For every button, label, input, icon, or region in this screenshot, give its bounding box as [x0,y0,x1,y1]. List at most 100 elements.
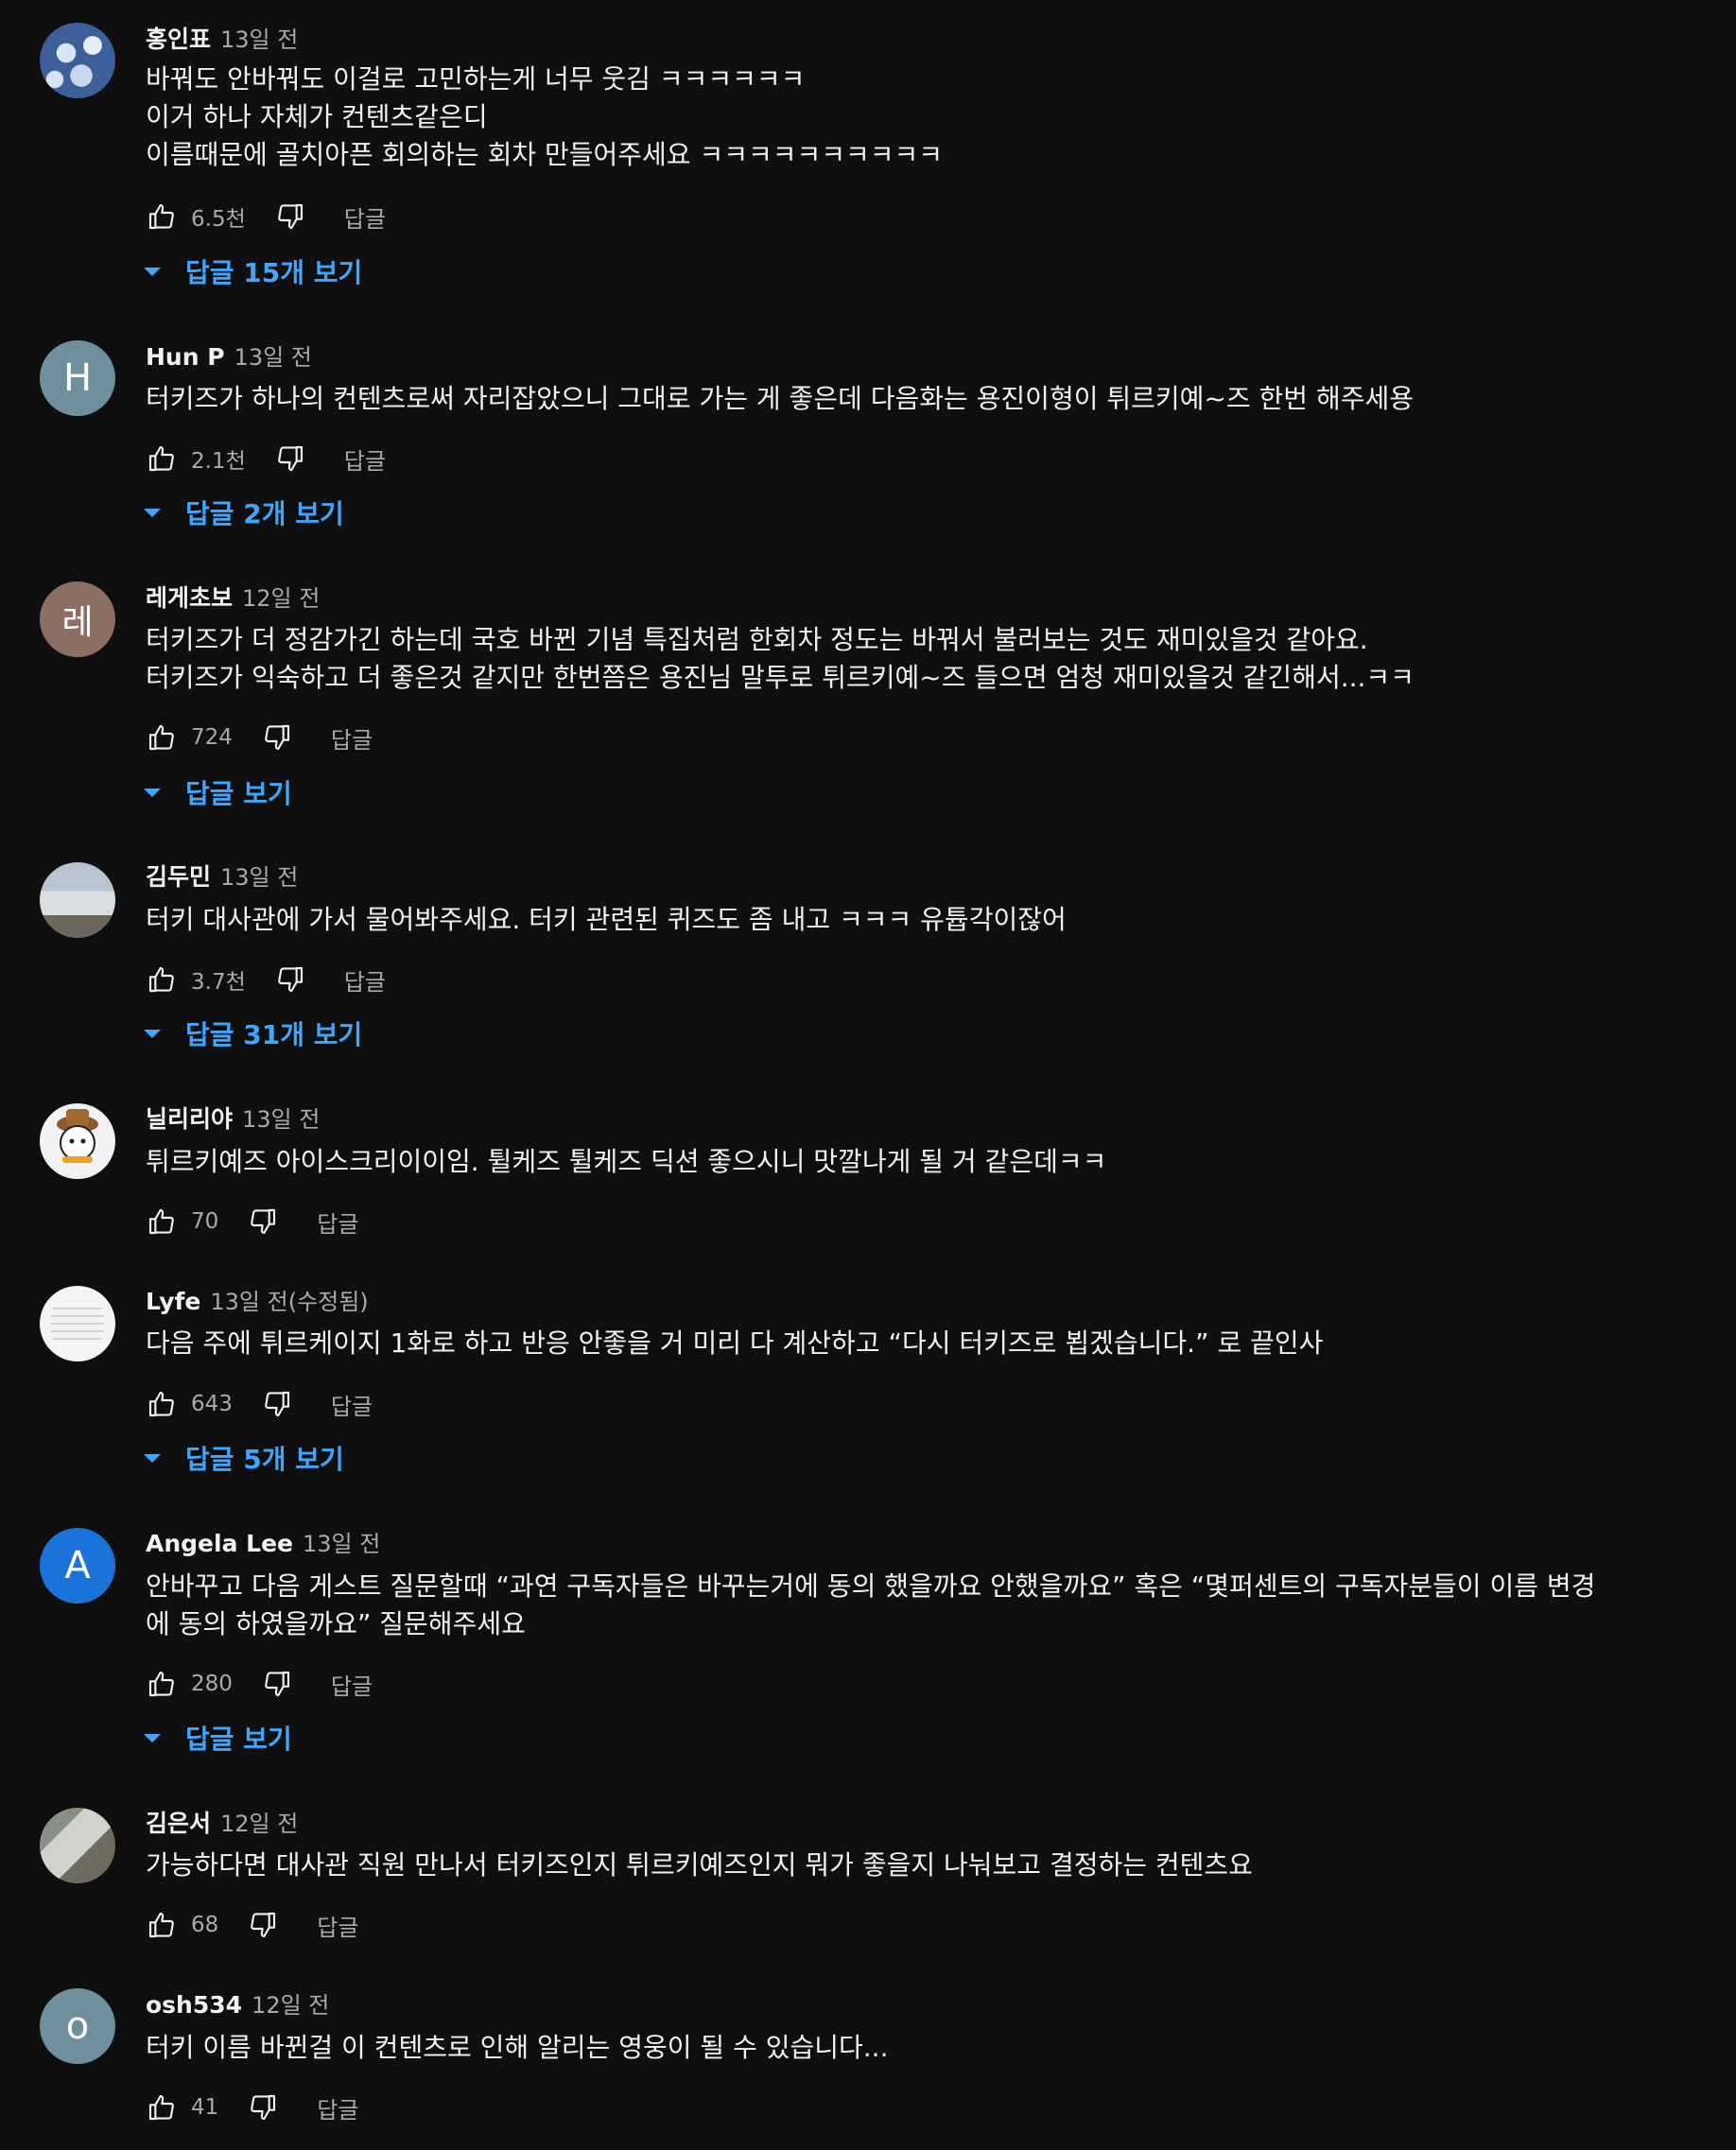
reply-button[interactable]: 답글 [331,721,373,754]
comment-line: 터키 이름 바뀐걸 이 컨텐츠로 인해 알리는 영웅이 될 수 있습니다... [146,2032,889,2063]
view-replies-button[interactable]: 답글 31개 보기 [142,1014,362,1052]
comment-actions: 3.7천 답글 [146,961,386,998]
timestamp[interactable]: 12일 전 [242,580,320,613]
avatar-letter: o [65,2004,90,2048]
timestamp[interactable]: 13일 전 [220,21,298,54]
timestamp[interactable]: 13일 전 [303,1525,380,1558]
caret-down-icon [144,509,161,517]
timestamp[interactable]: 12일 전 [252,1986,329,2020]
comment-line: 가능하다면 대사관 직원 만나서 터키즈인지 튀르키예즈인지 뭐가 좋을지 나눠… [146,1849,1253,1881]
like-icon[interactable] [146,1388,178,1420]
avatar[interactable] [40,23,115,98]
like-count: 6.5천 [191,207,246,232]
avatar[interactable] [40,1286,115,1361]
avatar-letter: A [64,1544,91,1587]
dislike-icon[interactable] [247,2091,279,2124]
dislike-icon[interactable] [247,1909,279,1941]
comment-line: 터키 대사관에 가서 물어봐주세요. 터키 관련된 퀴즈도 좀 내고 ㅋㅋㅋ 유… [146,904,1067,935]
comment-header: osh534 12일 전 [146,1986,329,2024]
avatar[interactable]: A [40,1528,115,1604]
view-replies-button[interactable]: 답글 15개 보기 [142,252,362,290]
view-replies-button[interactable]: 답글 보기 [142,1719,292,1757]
avatar-letter: 레 [61,603,94,642]
author-name[interactable]: 김두민 [146,858,211,893]
reply-button[interactable]: 답글 [331,1388,373,1421]
reply-button[interactable]: 답글 [344,963,386,997]
like-count: 280 [191,1672,233,1696]
author-name[interactable]: Hun P [146,343,225,371]
timestamp[interactable]: 13일 전 [220,858,298,892]
comment-header: Lyfe 13일 전(수정됨) [146,1283,369,1321]
comment-line: 안바꾸고 다음 게스트 질문할때 “과연 구독자들은 바꾸는거에 동의 했을까요… [146,1570,1596,1602]
comment-actions: 2.1천 답글 [146,440,386,477]
comment-actions: 724 답글 [146,719,373,756]
comment-line: 이름때문에 골치아픈 회의하는 회차 만들어주세요 ㅋㅋㅋㅋㅋㅋㅋㅋㅋㅋ [146,139,944,170]
timestamp[interactable]: 12일 전 [220,1805,298,1838]
avatar[interactable]: o [40,1988,115,2064]
reply-button[interactable]: 답글 [317,1205,358,1239]
view-replies-label: 답글 31개 보기 [185,1019,363,1050]
comment-header: Angela Lee 13일 전 [146,1525,380,1563]
timestamp[interactable]: 13일 전(수정됨) [210,1283,368,1316]
comment-actions: 6.5천 답글 [146,198,386,235]
dislike-icon[interactable] [261,1388,293,1420]
reply-button[interactable]: 답글 [331,1668,373,1701]
reply-button[interactable]: 답글 [344,200,386,234]
timestamp[interactable]: 13일 전 [234,338,312,372]
view-replies-button[interactable]: 답글 5개 보기 [142,1439,344,1477]
like-count: 41 [191,2095,219,2120]
dislike-icon[interactable] [261,1668,293,1700]
avatar[interactable]: H [40,340,115,416]
like-icon[interactable] [146,200,178,233]
dislike-icon[interactable] [274,963,306,996]
reply-button[interactable]: 답글 [317,2091,358,2124]
like-icon[interactable] [146,2091,178,2124]
reply-button[interactable]: 답글 [317,1909,358,1942]
paper-avatar-icon [51,1308,104,1340]
comment-line: 터키즈가 익숙하고 더 좋은것 같지만 한번쯤은 용진님 말투로 튀르키예~즈 … [146,662,1415,693]
caret-down-icon [144,1030,161,1038]
comment-text: 터키즈가 더 정감가긴 하는데 국호 바뀐 기념 특집처럼 한회차 정도는 바꿔… [146,621,1564,697]
author-name[interactable]: 홍인표 [146,21,211,55]
view-replies-button[interactable]: 답글 보기 [142,773,292,811]
comment-line: 바꿔도 안바꿔도 이걸로 고민하는게 너무 웃김 ㅋㅋㅋㅋㅋㅋ [146,63,806,95]
comment-text: 바꿔도 안바꿔도 이걸로 고민하는게 너무 웃김 ㅋㅋㅋㅋㅋㅋ 이거 하나 자체… [146,61,1564,174]
avatar[interactable]: 레 [40,581,115,657]
avatar[interactable] [40,1103,115,1179]
author-name[interactable]: osh534 [146,1991,242,2019]
comment-actions: 280 답글 [146,1665,373,1703]
comment-line: 튀르키예즈 아이스크리이이임. 튈케즈 튈케즈 딕션 좋으시니 맛깔나게 될 거… [146,1146,1107,1177]
avatar[interactable] [40,862,115,938]
dislike-icon[interactable] [261,721,293,754]
comment-actions: 70 답글 [146,1203,358,1240]
view-replies-button[interactable]: 답글 2개 보기 [142,494,344,531]
like-icon[interactable] [146,963,178,996]
like-icon[interactable] [146,721,178,754]
like-icon[interactable] [146,1205,178,1238]
like-count: 68 [191,1913,219,1937]
like-icon[interactable] [146,442,178,475]
author-name[interactable]: Lyfe [146,1288,200,1315]
dislike-icon[interactable] [274,200,306,233]
like-count: 643 [191,1392,233,1416]
author-name[interactable]: 김은서 [146,1805,211,1839]
comment-actions: 41 답글 [146,2089,358,2126]
author-name[interactable]: 레게초보 [146,580,233,614]
comment-header: Hun P 13일 전 [146,338,312,376]
author-name[interactable]: 닐리리야 [146,1101,233,1135]
caret-down-icon [144,1734,161,1743]
comment-text: 터키 이름 바뀐걸 이 컨텐츠로 인해 알리는 영웅이 될 수 있습니다... [146,2029,1564,2067]
comment-text: 터키 대사관에 가서 물어봐주세요. 터키 관련된 퀴즈도 좀 내고 ㅋㅋㅋ 유… [146,901,1564,939]
dislike-icon[interactable] [274,442,306,475]
comment-actions: 68 답글 [146,1906,358,1944]
like-count: 2.1천 [191,449,246,474]
like-icon[interactable] [146,1909,178,1941]
comment-header: 레게초보 12일 전 [146,580,320,617]
comment-line: 터키즈가 하나의 컨텐츠로써 자리잡았으니 그대로 가는 게 좋은데 다음화는 … [146,383,1414,414]
like-icon[interactable] [146,1668,178,1700]
avatar[interactable] [40,1808,115,1883]
author-name[interactable]: Angela Lee [146,1530,293,1557]
reply-button[interactable]: 답글 [344,442,386,476]
dislike-icon[interactable] [247,1205,279,1238]
timestamp[interactable]: 13일 전 [242,1101,320,1134]
